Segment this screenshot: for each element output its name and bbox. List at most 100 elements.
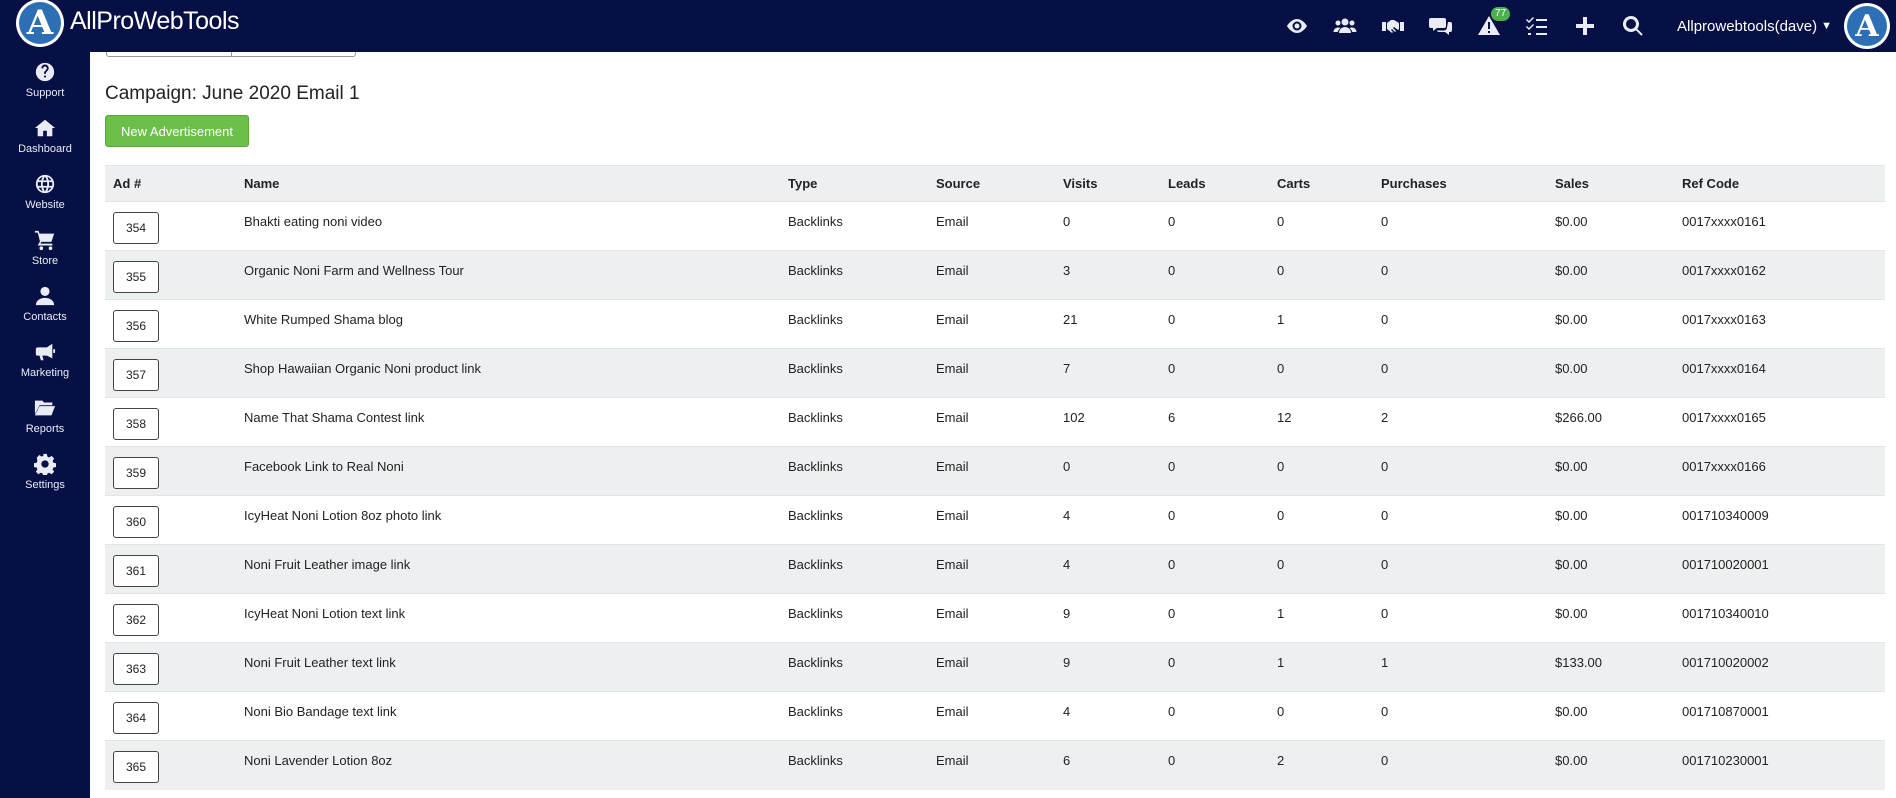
name-cell: Shop Hawaiian Organic Noni product link xyxy=(236,348,780,398)
visits-cell: 3 xyxy=(1055,250,1160,300)
ad-number-button[interactable]: 362 xyxy=(113,604,159,636)
plus-icon[interactable] xyxy=(1561,0,1609,52)
view-toggle-right[interactable] xyxy=(232,52,356,56)
type-cell: Backlinks xyxy=(780,691,928,741)
sidebar-item-label: Dashboard xyxy=(18,143,72,155)
carts-cell: 0 xyxy=(1269,348,1373,398)
ad-number-button[interactable]: 359 xyxy=(113,457,159,489)
col-ad-number[interactable]: Ad # xyxy=(105,165,236,202)
ad-number-cell: 365 xyxy=(105,740,236,790)
col-carts[interactable]: Carts xyxy=(1269,165,1373,202)
page-title: Campaign: June 2020 Email 1 xyxy=(105,83,360,104)
sales-cell: $0.00 xyxy=(1547,691,1674,741)
ad-number-button[interactable]: 363 xyxy=(113,653,159,685)
purchases-cell: 0 xyxy=(1373,250,1547,300)
user-name-label: Allprowebtools(dave) xyxy=(1677,17,1818,35)
source-cell: Email xyxy=(928,544,1055,594)
name-cell: IcyHeat Noni Lotion text link xyxy=(236,593,780,643)
source-cell: Email xyxy=(928,691,1055,741)
ad-number-button[interactable]: 357 xyxy=(113,359,159,391)
carts-cell: 0 xyxy=(1269,495,1373,545)
col-name[interactable]: Name xyxy=(236,165,780,202)
sales-cell: $133.00 xyxy=(1547,642,1674,692)
sales-cell: $0.00 xyxy=(1547,495,1674,545)
type-cell: Backlinks xyxy=(780,495,928,545)
ref-code-cell: 0017xxxx0161 xyxy=(1674,201,1885,251)
table-row: 361 Noni Fruit Leather image link Backlink… xyxy=(105,544,1885,594)
sidebar-item-dashboard[interactable]: Dashboard xyxy=(0,108,90,164)
col-visits[interactable]: Visits xyxy=(1055,165,1160,202)
visits-cell: 9 xyxy=(1055,642,1160,692)
col-type[interactable]: Type xyxy=(780,165,928,202)
visits-cell: 7 xyxy=(1055,348,1160,398)
purchases-cell: 0 xyxy=(1373,495,1547,545)
ref-code-cell: 0017xxxx0166 xyxy=(1674,446,1885,496)
visits-cell: 21 xyxy=(1055,299,1160,349)
user-menu[interactable]: Allprowebtools(dave) ▼ xyxy=(1677,18,1832,35)
col-purchases[interactable]: Purchases xyxy=(1373,165,1547,202)
sales-cell: $266.00 xyxy=(1547,397,1674,447)
ref-code-cell: 0017xxxx0165 xyxy=(1674,397,1885,447)
type-cell: Backlinks xyxy=(780,446,928,496)
name-cell: Noni Lavender Lotion 8oz xyxy=(236,740,780,790)
name-cell: Name That Shama Contest link xyxy=(236,397,780,447)
ad-number-button[interactable]: 356 xyxy=(113,310,159,342)
ad-number-button[interactable]: 361 xyxy=(113,555,159,587)
ref-code-cell: 0017xxxx0164 xyxy=(1674,348,1885,398)
ad-number-button[interactable]: 364 xyxy=(113,702,159,734)
sidebar-item-store[interactable]: Store xyxy=(0,220,90,276)
sidebar-item-marketing[interactable]: Marketing xyxy=(0,332,90,388)
search-icon[interactable] xyxy=(1609,0,1657,52)
chevron-down-icon: ▼ xyxy=(1821,20,1832,32)
tasks-icon[interactable] xyxy=(1513,0,1561,52)
gear-icon xyxy=(34,453,56,475)
leads-cell: 0 xyxy=(1160,544,1269,594)
users-icon[interactable] xyxy=(1321,0,1369,52)
app-logo[interactable]: A AllProWebTools xyxy=(16,0,240,52)
ad-number-button[interactable]: 358 xyxy=(113,408,159,440)
type-cell: Backlinks xyxy=(780,642,928,692)
source-cell: Email xyxy=(928,740,1055,790)
table-row: 359 Facebook Link to Real Noni Backlinks Em… xyxy=(105,446,1885,496)
avatar[interactable]: A xyxy=(1844,3,1890,49)
new-advertisement-button[interactable]: New Advertisement xyxy=(105,115,249,147)
comments-icon[interactable] xyxy=(1417,0,1465,52)
ad-number-button[interactable]: 354 xyxy=(113,212,159,244)
visits-cell: 0 xyxy=(1055,201,1160,251)
sidebar-item-settings[interactable]: Settings xyxy=(0,444,90,500)
view-toggle-left[interactable] xyxy=(107,52,232,56)
ad-number-button[interactable]: 365 xyxy=(113,751,159,783)
type-cell: Backlinks xyxy=(780,250,928,300)
sidebar-item-reports[interactable]: Reports xyxy=(0,388,90,444)
col-source[interactable]: Source xyxy=(928,165,1055,202)
sidebar-item-support[interactable]: Support xyxy=(0,52,90,108)
col-sales[interactable]: Sales xyxy=(1547,165,1674,202)
ad-number-cell: 354 xyxy=(105,201,236,251)
sidebar-item-contacts[interactable]: Contacts xyxy=(0,276,90,332)
handshake-icon[interactable] xyxy=(1369,0,1417,52)
view-toggle-group xyxy=(106,52,356,57)
sidebar-item-label: Website xyxy=(25,199,65,211)
sidebar-item-website[interactable]: Website xyxy=(0,164,90,220)
leads-cell: 0 xyxy=(1160,446,1269,496)
main-content: Campaign: June 2020 Email 1 New Advertis… xyxy=(90,52,1896,798)
col-leads[interactable]: Leads xyxy=(1160,165,1269,202)
table-row: 365 Noni Lavender Lotion 8oz Backlinks Emai… xyxy=(105,740,1885,790)
carts-cell: 0 xyxy=(1269,446,1373,496)
source-cell: Email xyxy=(928,201,1055,251)
cart-icon xyxy=(34,230,55,251)
alert-icon[interactable]: 77 xyxy=(1465,0,1513,52)
sales-cell: $0.00 xyxy=(1547,201,1674,251)
ref-code-cell: 001710020002 xyxy=(1674,642,1885,692)
table-row: 357 Shop Hawaiian Organic Noni product li… xyxy=(105,348,1885,398)
source-cell: Email xyxy=(928,642,1055,692)
ad-number-button[interactable]: 355 xyxy=(113,261,159,293)
visits-cell: 9 xyxy=(1055,593,1160,643)
ad-number-cell: 357 xyxy=(105,348,236,398)
ad-number-button[interactable]: 360 xyxy=(113,506,159,538)
col-ref-code[interactable]: Ref Code xyxy=(1674,165,1885,202)
purchases-cell: 0 xyxy=(1373,691,1547,741)
logo-mark: A xyxy=(16,0,64,47)
name-cell: Noni Fruit Leather text link xyxy=(236,642,780,692)
eye-icon[interactable] xyxy=(1273,0,1321,52)
